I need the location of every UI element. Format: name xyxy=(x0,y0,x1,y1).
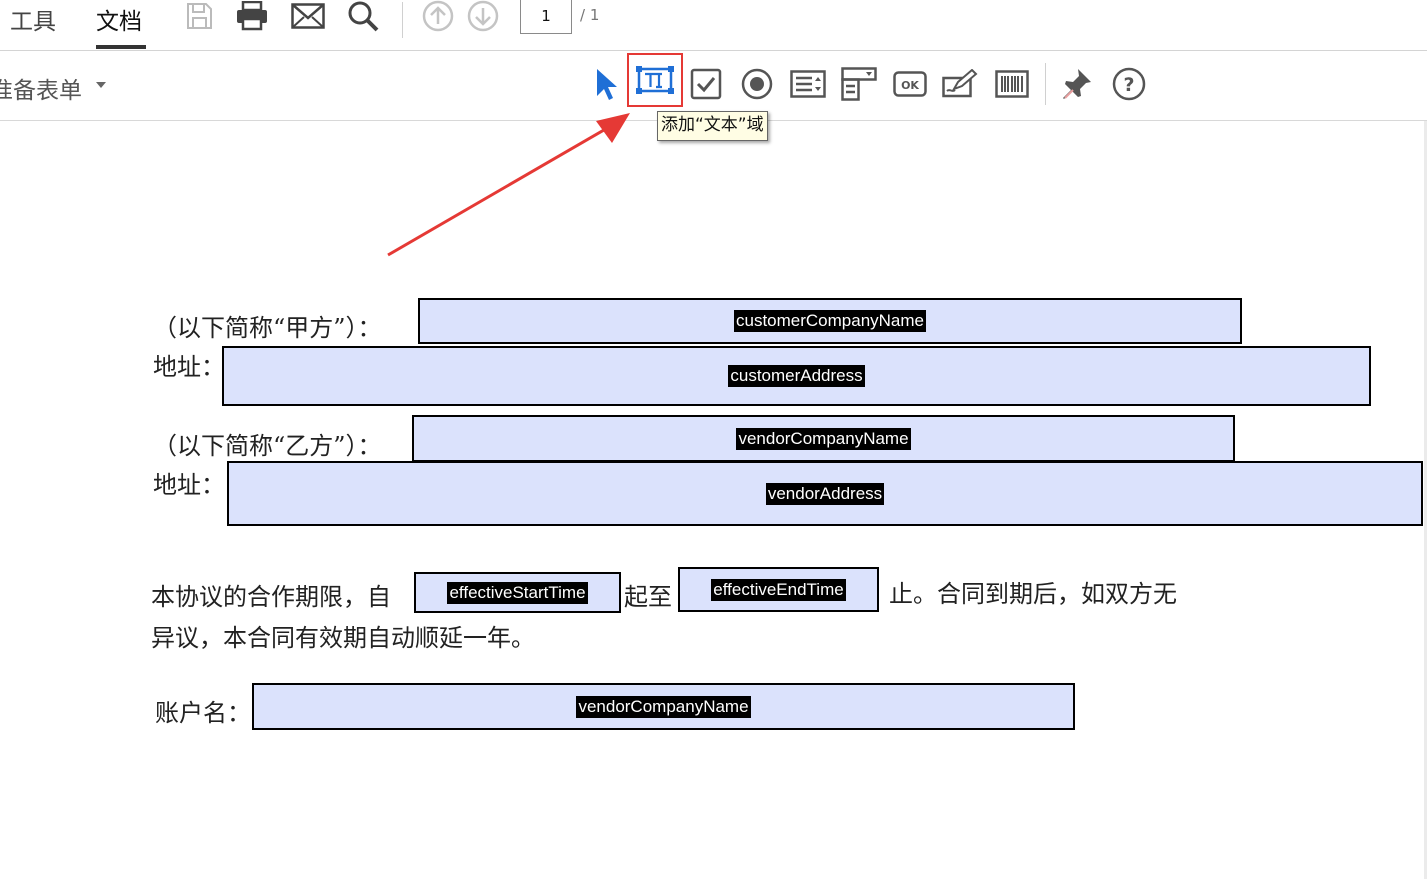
tab-document[interactable]: 文档 xyxy=(96,2,142,36)
term-text-part1: 本协议的合作期限，自 xyxy=(151,583,391,611)
select-cursor-icon[interactable] xyxy=(587,65,625,103)
svg-text:?: ? xyxy=(1123,74,1134,96)
form-toolbar-separator xyxy=(1045,63,1046,105)
page-up-icon[interactable] xyxy=(421,0,455,32)
term-text-part3: 止。合同到期后，如双方无 xyxy=(889,580,1177,608)
field-name-label: effectiveStartTime xyxy=(447,581,588,604)
print-icon[interactable] xyxy=(235,0,269,32)
party-a-label: （以下简称“甲方”）： xyxy=(153,314,382,342)
field-name-label: vendorAddress xyxy=(765,482,885,505)
field-name-label: customerCompanyName xyxy=(733,310,926,332)
term-text-part4: 异议，本合同有效期自动顺延一年。 xyxy=(151,624,535,652)
field-name-label: vendorCompanyName xyxy=(576,695,751,718)
tab-tools[interactable]: 工具 xyxy=(10,2,56,36)
pin-icon[interactable] xyxy=(1059,65,1097,103)
radio-button-icon[interactable] xyxy=(738,65,776,103)
account-name-label: 账户名： xyxy=(155,699,251,727)
field-customer-company-name[interactable]: customerCompanyName xyxy=(418,298,1242,344)
field-customer-address[interactable]: customerAddress xyxy=(222,346,1371,406)
dropdown-icon[interactable] xyxy=(840,65,878,103)
field-vendor-company-name[interactable]: vendorCompanyName xyxy=(412,415,1235,462)
tooltip-add-text-field: 添加“文本”域 xyxy=(657,111,768,141)
page-total: / 1 xyxy=(580,6,600,24)
field-effective-end-time[interactable]: effectiveEndTime xyxy=(678,567,879,612)
term-text-part2: 起至 xyxy=(624,583,672,611)
signature-icon[interactable] xyxy=(941,65,979,103)
help-icon[interactable]: ? xyxy=(1110,65,1148,103)
email-icon[interactable] xyxy=(291,0,325,32)
svg-text:OK: OK xyxy=(901,79,919,92)
top-toolbar: 工具 文档 1 / 1 xyxy=(0,0,1427,51)
field-account-name[interactable]: vendorCompanyName xyxy=(252,683,1075,730)
party-b-address-label: 地址： xyxy=(153,471,225,499)
page-down-icon[interactable] xyxy=(466,0,500,32)
annotation-arrow xyxy=(387,113,630,257)
text-field-icon[interactable] xyxy=(627,53,683,107)
toolbar-separator xyxy=(402,2,403,38)
barcode-icon[interactable] xyxy=(993,65,1031,103)
checkbox-icon[interactable] xyxy=(687,65,725,103)
party-b-label: （以下简称“乙方”）： xyxy=(153,432,382,460)
field-name-label: vendorCompanyName xyxy=(736,427,911,450)
list-box-icon[interactable] xyxy=(789,65,827,103)
save-icon[interactable] xyxy=(182,0,216,32)
field-vendor-address[interactable]: vendorAddress xyxy=(227,461,1423,526)
search-icon[interactable] xyxy=(346,0,380,32)
active-tab-indicator xyxy=(96,45,146,49)
party-a-address-label: 地址： xyxy=(153,353,225,381)
chevron-down-icon[interactable] xyxy=(96,82,106,88)
field-effective-start-time[interactable]: effectiveStartTime xyxy=(414,572,621,613)
field-name-label: customerAddress xyxy=(728,365,865,387)
prepare-form-title[interactable]: 准备表单 xyxy=(0,71,82,105)
page-number-input[interactable]: 1 xyxy=(520,0,572,34)
field-name-label: effectiveEndTime xyxy=(711,578,846,601)
button-icon[interactable]: OK xyxy=(891,65,929,103)
